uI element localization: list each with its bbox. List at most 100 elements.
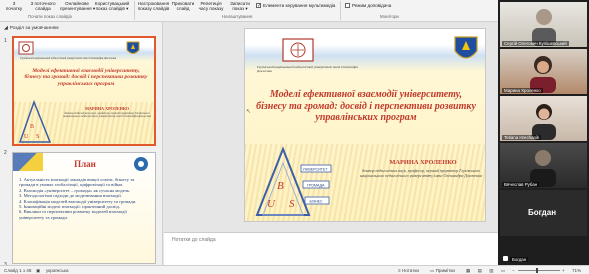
university-crest-icon: [18, 41, 34, 55]
from-beginning-button[interactable]: З початку: [3, 1, 25, 11]
participant-name: Сергій Олегович Кулішевський: [502, 41, 569, 46]
comments-label: Примітки: [435, 268, 455, 273]
ubs-logo-icon: U B S УНІВЕРСИТЕТ ГРОМАДА БІЗНЕС: [255, 146, 332, 216]
notes-placeholder: Нотатки до слайда: [172, 237, 216, 243]
group-start-label: Почати показ слайдів: [28, 14, 72, 19]
slide-thumbnail-2[interactable]: План 1. Актуальність взаємодії закладів …: [12, 152, 156, 264]
notes-pane[interactable]: Нотатки до слайда: [164, 232, 498, 265]
participant-tile[interactable]: Марина Хроленко: [500, 49, 587, 94]
plan-item: 1. Актуальність взаємодії закладів вищої…: [19, 177, 135, 188]
button-label-line2: початку: [5, 6, 23, 11]
normal-view-icon[interactable]: ▦: [466, 268, 473, 273]
logo-letter: U: [267, 198, 276, 210]
microphone-muted-icon: [503, 256, 508, 261]
svg-text:B: B: [30, 124, 34, 130]
present-online-button[interactable]: Онлайнове презентування ▾: [60, 1, 96, 11]
slide-sorter-icon[interactable]: ▤: [478, 268, 485, 273]
notes-label: Нотатки: [401, 268, 419, 273]
media-controls-checkbox[interactable]: ✓ Елементи керування мультимедіа: [256, 3, 336, 9]
participant-tile[interactable]: Tetiana Hrechanik: [500, 96, 587, 141]
ribbon: З початку З поточного слайда Онлайнове п…: [0, 0, 498, 22]
slide-counter: Слайд 1 з 48: [4, 268, 32, 273]
zoom-in-button[interactable]: +: [562, 268, 565, 273]
checkbox-label: Елементи керування мультимедіа: [263, 3, 336, 8]
participant-name: Вячеслав Рубан: [502, 182, 540, 187]
current-slide[interactable]: Глухівський національний педагогічний ун…: [244, 28, 486, 222]
author-affiliation: доктор педагогічних наук, професор, перш…: [360, 168, 482, 178]
checkbox-label: Режим доповідача: [352, 3, 392, 8]
plan-item: 6. Виклики та перспективи розвитку модел…: [19, 209, 127, 220]
participant-tile[interactable]: Сергій Олегович Кулішевський: [500, 2, 587, 47]
participant-tile[interactable]: Вячеслав Рубан: [500, 143, 587, 188]
button-label-line2: слайда: [35, 6, 51, 11]
institution-name: Глухівський національний педагогічний ун…: [20, 57, 117, 60]
person-silhouette-icon: [532, 9, 556, 46]
logo-letter: B: [277, 180, 284, 192]
from-current-slide-button[interactable]: З поточного слайда: [26, 1, 60, 11]
checkbox-unchecked-icon: [345, 3, 350, 8]
ribbon-separator: [134, 1, 135, 20]
slideshow-view-icon[interactable]: ▭: [501, 268, 508, 273]
custom-slideshow-button[interactable]: Користувацький показ слайдів ▾: [92, 1, 132, 11]
zoom-slider-thumb[interactable]: [536, 268, 538, 273]
button-label-line2: показ слайдів ▾: [95, 6, 129, 11]
coat-of-arms-icon: [454, 36, 478, 59]
button-label-line2: показ ▾: [232, 6, 248, 11]
button-label-line2: слайд: [176, 6, 190, 11]
spellcheck-icon[interactable]: ▣: [36, 268, 40, 274]
zoom-out-button[interactable]: −: [512, 268, 515, 273]
participant-name: Tetiana Hrechanik: [502, 135, 542, 140]
svg-text:S: S: [36, 134, 39, 140]
institution-name: Глухівський національний педагогічний ун…: [257, 65, 358, 73]
record-slideshow-button[interactable]: Записати показ ▾: [226, 1, 254, 11]
logo-word: УНІВЕРСИТЕТ: [303, 168, 329, 172]
author-name: МАРИНА ХРОЛЕНКО: [389, 159, 457, 166]
slide-number: 1: [4, 38, 7, 44]
slide-title: Моделі ефективної взаємодії університету…: [24, 68, 148, 87]
university-crest-icon: [282, 38, 314, 62]
slide-thumbnail-panel: ◢ Розділ за умовчанням 1 Глухівський нац…: [0, 22, 163, 265]
video-conference-panel: Сергій Олегович Кулішевський Марина Хрол…: [498, 0, 589, 265]
zoom-slider[interactable]: [518, 268, 560, 273]
button-label-line2: показу слайдів: [137, 6, 170, 11]
group-setup-label: Налаштування: [222, 14, 253, 19]
comment-icon: ▭: [430, 268, 435, 273]
person-silhouette-icon: [532, 104, 556, 140]
hide-slide-button[interactable]: Приховати слайд: [170, 1, 196, 11]
zoom-level[interactable]: 71%: [572, 268, 581, 273]
person-silhouette-icon: [530, 56, 556, 93]
author-affiliation: доктор педагогічних наук, професор, перш…: [62, 111, 152, 119]
slide-heading: План: [74, 159, 96, 169]
group-monitors-label: Монітори: [380, 14, 399, 19]
rehearse-timings-button[interactable]: Репетиція часу показу: [196, 1, 226, 11]
person-silhouette-icon: [530, 150, 556, 187]
reading-view-icon[interactable]: ▥: [489, 268, 496, 273]
svg-text:U: U: [24, 134, 29, 140]
comments-button[interactable]: ▭ Примітки: [430, 268, 455, 274]
participant-name: Богдан: [510, 257, 529, 262]
logo-word: ГРОМАДА: [307, 184, 325, 188]
section-label: Розділ за умовчанням: [9, 26, 59, 31]
notes-button[interactable]: ≡ Нотатки: [398, 268, 419, 273]
button-label-line2: презентування ▾: [60, 6, 96, 11]
checkbox-checked-icon: ✓: [256, 3, 262, 9]
section-header[interactable]: ◢ Розділ за умовчанням: [4, 26, 59, 31]
slide-editor: Глухівський національний педагогічний ун…: [164, 22, 498, 232]
language-indicator[interactable]: українська: [46, 268, 69, 273]
presenter-view-checkbox[interactable]: Режим доповідача: [345, 3, 391, 8]
slide-thumbnail-1[interactable]: Глухівський національний педагогічний ун…: [12, 36, 156, 146]
participant-initials-label: Богдан: [528, 208, 557, 217]
participant-tile[interactable]: Богдан: [500, 190, 587, 236]
slide-title: Моделі ефективної взаємодії університету…: [256, 89, 476, 123]
setup-slideshow-button[interactable]: Настроювання показу слайдів: [137, 1, 170, 11]
logo-word: БІЗНЕС: [310, 200, 324, 204]
view-buttons[interactable]: ▦ ▤ ▥ ▭: [466, 268, 508, 274]
coat-of-arms-icon: [126, 41, 140, 54]
collapse-triangle-icon[interactable]: ◢: [4, 26, 8, 31]
mouse-cursor-icon: ↖: [246, 109, 252, 115]
participant-name: Марина Хроленко: [502, 88, 543, 93]
button-label-line2: часу показу: [198, 6, 224, 11]
participant-tile[interactable]: Богдан: [500, 238, 587, 263]
ubs-logo-icon: U B S: [18, 100, 52, 143]
status-bar: Слайд 1 з 48 ▣ українська ≡ Нотатки ▭ Пр…: [0, 265, 589, 274]
